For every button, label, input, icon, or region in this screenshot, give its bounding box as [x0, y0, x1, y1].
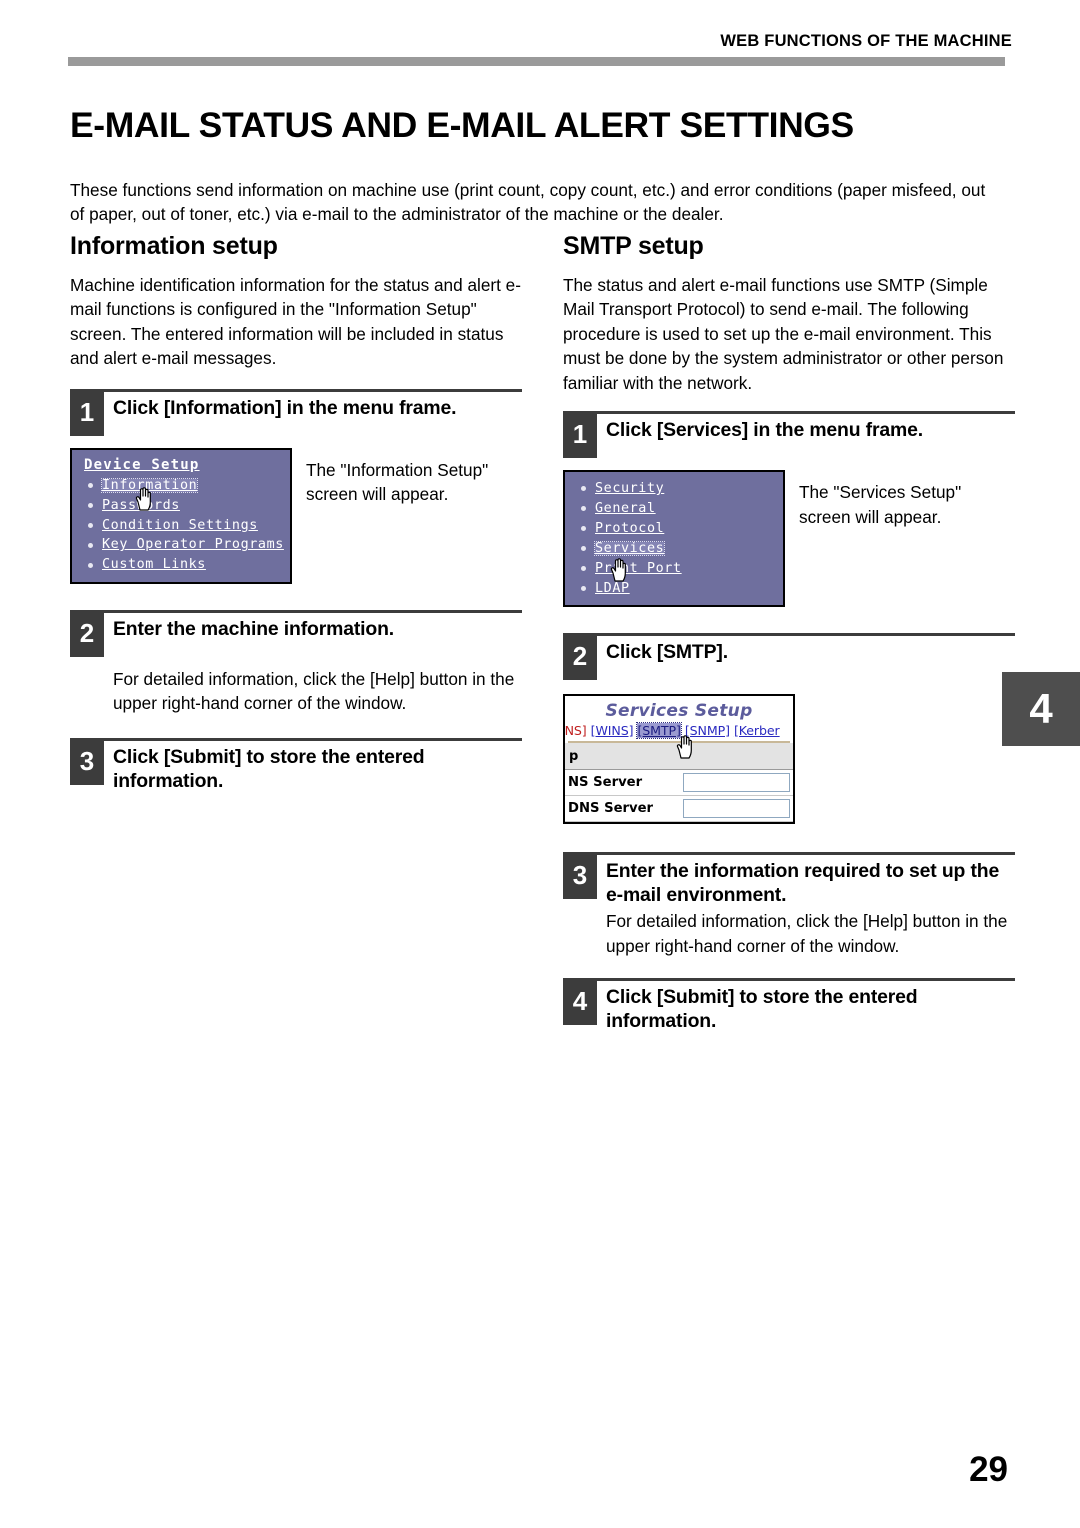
page-title: E-MAIL STATUS AND E-MAIL ALERT SETTINGS — [70, 105, 854, 145]
device-setup-menu-list: Information Passwords Condition Settings — [82, 477, 283, 572]
bullet-icon — [88, 542, 93, 548]
step-title: Click [Submit] to store the entered info… — [113, 745, 425, 792]
section-title-information-setup: Information setup — [70, 232, 278, 260]
secondary-dns-server-input[interactable] — [683, 799, 790, 819]
header-rule — [68, 57, 1005, 66]
tab-smtp[interactable]: [SMTP] — [636, 722, 682, 740]
menu-link-label[interactable]: Passwords — [102, 498, 180, 512]
section-description-information-setup: Machine identification information for t… — [70, 275, 521, 369]
step-right-3: 3 Enter the information required to set … — [563, 852, 1015, 958]
bullet-icon — [581, 585, 586, 591]
menu-link-label[interactable]: General — [595, 502, 656, 516]
services-setup-tab-bar: DNS] [WINS] [SMTP] [SNMP] [Kerber — [565, 722, 793, 741]
menu-item-key-operator-programs[interactable]: Key Operator Programs — [82, 538, 283, 552]
menu-item-condition-settings[interactable]: Condition Settings — [82, 518, 280, 532]
step-right-4: 4 Click [Submit] to store the entered in… — [563, 978, 1015, 1033]
step-title: Click [Information] in the menu frame. — [113, 396, 457, 419]
step-number-badge: 3 — [70, 740, 104, 785]
menu-link-label[interactable]: Protocol — [595, 522, 664, 536]
step-title: Click [SMTP]. — [606, 641, 728, 664]
step-title: Enter the machine information. — [113, 617, 395, 640]
step-left-3: 3 Click [Submit] to store the entered in… — [70, 737, 522, 793]
left-column: Information setup Machine identification… — [70, 232, 522, 793]
services-setup-section-band: p — [565, 743, 793, 771]
bullet-icon — [88, 502, 93, 508]
section-title-smtp-setup: SMTP setup — [563, 232, 704, 260]
step-number-badge: 2 — [563, 636, 597, 681]
figure-caption: The "Services Setup" screen will appear. — [799, 482, 962, 527]
running-header: WEB FUNCTIONS OF THE MACHINE — [720, 32, 1012, 50]
step-number-badge: 1 — [70, 391, 104, 436]
menu-link-label[interactable]: Custom Links — [102, 558, 206, 572]
device-setup-menu-screenshot: Device Setup Information Passwords Condi… — [70, 447, 292, 584]
menu-item-protocol[interactable]: Protocol — [575, 522, 773, 535]
menu-link-label[interactable]: Print Port — [595, 561, 682, 575]
device-setup-heading: Device Setup — [84, 456, 200, 473]
menu-item-passwords[interactable]: Passwords — [82, 498, 280, 512]
bullet-icon — [581, 486, 586, 492]
tab-dns[interactable]: DNS] — [565, 723, 587, 738]
dns-server-input[interactable] — [683, 773, 790, 793]
document-page: WEB FUNCTIONS OF THE MACHINE E-MAIL STAT… — [0, 0, 1080, 1528]
step-number-badge: 1 — [563, 414, 597, 459]
tab-kerberos[interactable]: [Kerber — [734, 723, 780, 738]
bullet-icon — [581, 526, 586, 532]
menu-link-label[interactable]: Information — [100, 477, 199, 494]
menu-link-label[interactable]: Services — [593, 540, 666, 557]
step-number-badge: 3 — [563, 855, 597, 900]
bullet-icon — [581, 546, 586, 552]
step-right-2: 2 Click [SMTP]. Services Setup DNS] [WIN… — [563, 633, 1015, 825]
menu-item-print-port[interactable]: Print Port — [575, 561, 773, 575]
step-title: Enter the information required to set up… — [606, 860, 1000, 907]
step-left-2: 2 Enter the machine information. For det… — [70, 609, 522, 716]
right-column: SMTP setup The status and alert e-mail f… — [563, 232, 1015, 1033]
step-body-text: For detailed information, click the [Hel… — [113, 668, 515, 714]
step-title: Click [Submit] to store the entered info… — [606, 986, 918, 1033]
menu-link-label[interactable]: Condition Settings — [102, 518, 258, 532]
bullet-icon — [581, 506, 586, 512]
step-right-1: 1 Click [Services] in the menu frame. Se… — [563, 411, 1015, 608]
bullet-icon — [581, 565, 586, 571]
menu-item-security[interactable]: Security — [575, 482, 773, 496]
menu-link-label[interactable]: LDAP — [595, 581, 630, 595]
figure-row-network-menu: Security General Protocol Services Print… — [563, 470, 1015, 608]
field-label: DNS Server — [568, 801, 654, 817]
menu-item-general[interactable]: General — [575, 502, 773, 515]
menu-item-custom-links[interactable]: Custom Links — [82, 558, 280, 572]
menu-link-label[interactable]: Key Operator Programs — [102, 538, 284, 552]
tab-snmp[interactable]: [SNMP] — [685, 723, 730, 738]
network-setup-menu-list: Security General Protocol Services Print… — [575, 482, 773, 595]
step-left-1: 1 Click [Information] in the menu frame.… — [70, 388, 522, 584]
step-number-badge: 4 — [563, 981, 597, 1026]
network-setup-menu-screenshot: Security General Protocol Services Print… — [563, 470, 785, 608]
figure-caption: The "Information Setup" screen will appe… — [306, 459, 489, 505]
table-row-primary-dns: NS Server — [565, 770, 793, 797]
services-setup-window-screenshot: Services Setup DNS] [WINS] [SMTP] [SNMP]… — [563, 694, 795, 825]
field-label: NS Server — [568, 775, 643, 791]
menu-item-information[interactable]: Information — [82, 477, 280, 494]
tab-wins[interactable]: [WINS] — [591, 723, 634, 738]
menu-item-services[interactable]: Services — [575, 540, 773, 557]
bullet-icon — [88, 562, 93, 568]
services-setup-title: Services Setup — [605, 701, 753, 722]
step-title: Click [Services] in the menu frame. — [606, 419, 923, 442]
menu-item-ldap[interactable]: LDAP — [575, 581, 773, 595]
page-number: 29 — [969, 1450, 1008, 1489]
bullet-icon — [88, 482, 93, 488]
figure-row-device-menu: Device Setup Information Passwords Condi… — [70, 447, 522, 584]
intro-paragraph: These functions send information on mach… — [70, 180, 986, 225]
chapter-tab-marker: 4 — [1002, 672, 1080, 746]
bullet-icon — [88, 522, 93, 528]
menu-link-label[interactable]: Security — [595, 482, 664, 496]
step-body-text: For detailed information, click the [Hel… — [606, 911, 1008, 956]
table-row-secondary-dns: DNS Server — [565, 796, 793, 823]
section-description-smtp-setup: The status and alert e-mail functions us… — [563, 275, 1004, 393]
step-number-badge: 2 — [70, 612, 104, 657]
